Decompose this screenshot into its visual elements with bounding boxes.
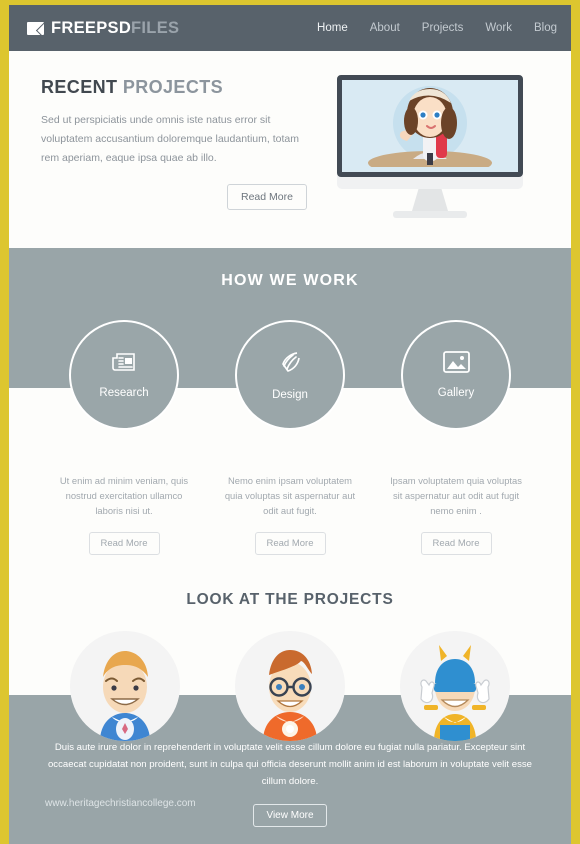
blue-yellow-superhero-hands-up-illustration (420, 645, 490, 741)
nav-item-projects[interactable]: Projects (422, 22, 464, 34)
feature-gallery: Ipsam voluptatem quia voluptas sit asper… (390, 473, 522, 555)
nav-item-work[interactable]: Work (485, 22, 512, 34)
watermark-text: www.heritagechristiancollege.com (45, 798, 196, 809)
how-we-work-heading: HOW WE WORK (221, 272, 359, 289)
work-circle-design[interactable]: Design (235, 320, 345, 430)
how-we-work-section: HOW WE WORK Research Design Gallery (9, 248, 571, 430)
feature-read-more-button[interactable]: Read More (88, 532, 160, 555)
logo[interactable]: FREEPSDFILES (27, 19, 179, 38)
projects-heading: LOOK AT THE PROJECTS (186, 591, 394, 608)
logo-secondary: FILES (131, 18, 180, 37)
avatar-blonde-superhero[interactable] (70, 631, 180, 741)
main-nav: Home About Projects Work Blog (317, 22, 557, 34)
project-avatars (9, 631, 571, 741)
monitor-screen (337, 75, 523, 177)
image-icon (442, 351, 470, 378)
monitor-neck (412, 189, 448, 211)
monitor-body (337, 175, 523, 189)
footer-body-text: Duis aute irure dolor in reprehenderit i… (47, 742, 533, 787)
work-circle-gallery[interactable]: Gallery (401, 320, 511, 430)
work-circle-label: Design (272, 388, 308, 401)
desktop-monitor-icon (337, 75, 523, 218)
work-circle-label: Gallery (437, 387, 475, 399)
feature-read-more-button[interactable]: Read More (420, 532, 492, 555)
hero-illustration-column (327, 75, 553, 248)
avatar-redhead-superhero[interactable] (235, 631, 345, 741)
blonde-superhero-illustration (100, 651, 150, 741)
feature-body: Ut enim ad minim veniam, quis nostrud ex… (59, 475, 189, 516)
feature-body: Nemo enim ipsam voluptatem quia voluptas… (224, 475, 356, 516)
work-circle-label: Research (99, 387, 149, 399)
newspaper-icon (111, 351, 137, 378)
feature-read-more-button[interactable]: Read More (254, 532, 326, 555)
feature-research: Ut enim ad minim veniam, quis nostrud ex… (60, 473, 188, 555)
hero-title-light: PROJECTS (122, 77, 224, 97)
work-circles: Research Design Gallery (9, 320, 571, 430)
page-root: FREEPSDFILES Home About Projects Work Bl… (0, 0, 580, 844)
logo-text: FREEPSDFILES (51, 19, 179, 38)
hero-button-wrap: Read More (41, 184, 327, 210)
feature-design: Nemo enim ipsam voluptatem quia voluptas… (225, 473, 355, 555)
site-header: FREEPSDFILES Home About Projects Work Bl… (9, 5, 571, 51)
feature-body: Ipsam voluptatem quia voluptas sit asper… (390, 475, 522, 516)
nav-item-home[interactable]: Home (317, 22, 348, 34)
logo-primary: FREEPSD (51, 18, 132, 37)
monitor-base (393, 211, 467, 218)
avatar-blue-yellow-superhero[interactable] (400, 631, 510, 741)
envelope-icon (27, 21, 44, 35)
hero-body-text: Sed ut perspiciatis unde omnis iste natu… (41, 114, 299, 164)
woman-character-illustration (368, 88, 492, 167)
hero-read-more-button[interactable]: Read More (227, 184, 307, 210)
hero-title: RECENT PROJECTS (41, 77, 327, 98)
nav-item-blog[interactable]: Blog (534, 22, 557, 34)
hero-title-bold: RECENT (41, 77, 118, 97)
hero-text-column: RECENT PROJECTS Sed ut perspiciatis unde… (27, 77, 327, 248)
hero-section: RECENT PROJECTS Sed ut perspiciatis unde… (9, 51, 571, 248)
nav-item-about[interactable]: About (370, 22, 400, 34)
projects-section: LOOK AT THE PROJECTS (9, 555, 571, 741)
work-circle-research[interactable]: Research (69, 320, 179, 430)
pen-nib-icon (278, 350, 303, 380)
redhead-superhero-glasses-illustration (263, 650, 317, 741)
view-more-button[interactable]: View More (253, 804, 327, 827)
